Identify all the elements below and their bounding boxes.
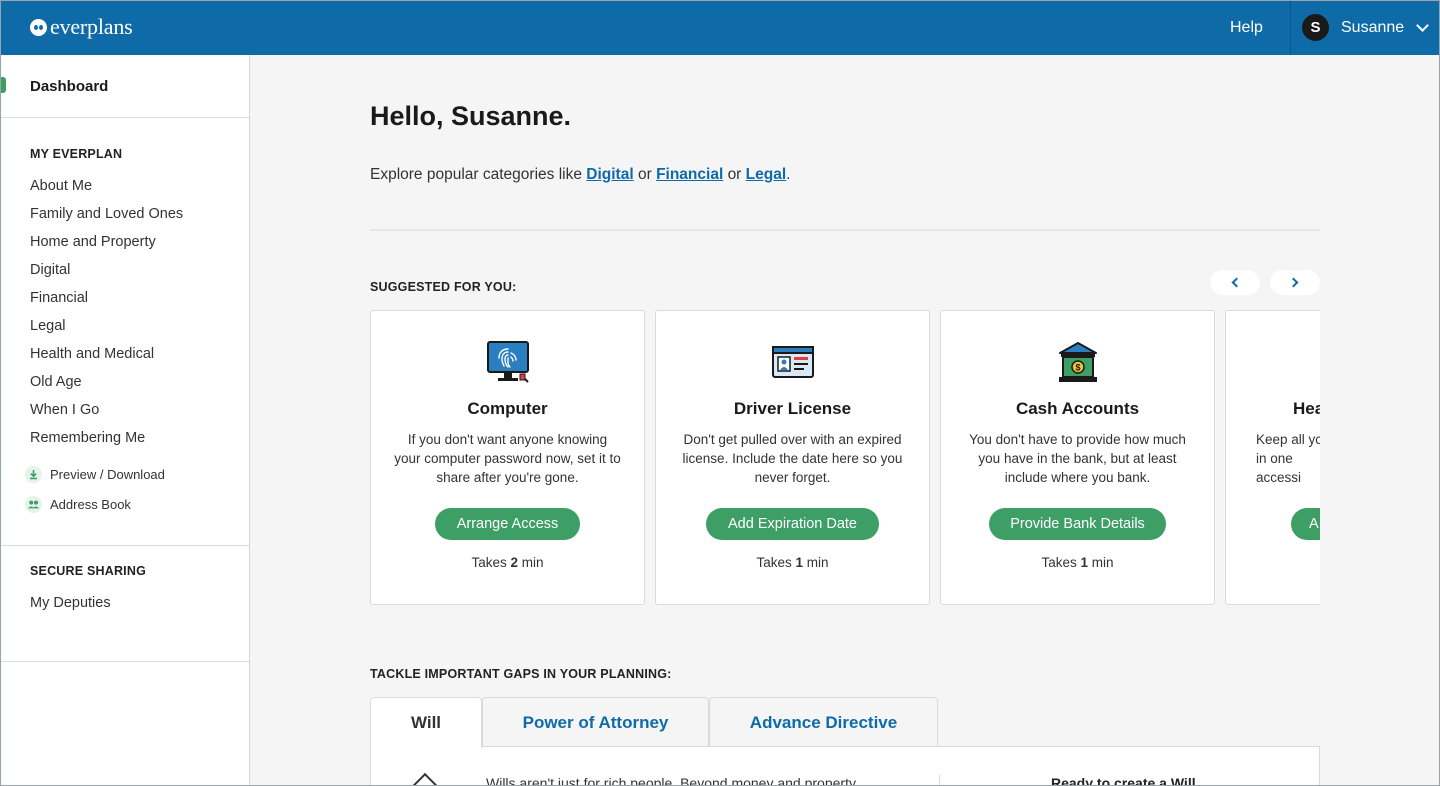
card-description: Don't get pulled over with an expired li… [682,432,903,485]
suggestion-carousel: Computer If you don't want anyone knowin… [370,310,1320,605]
sidebar-item-financial[interactable]: Financial [30,290,88,306]
header-divider [1290,0,1291,55]
card-description: You don't have to provide how much you h… [969,432,1186,485]
sidebar-divider [0,545,249,546]
suggested-heading: SUGGESTED FOR YOU: [370,280,517,294]
tab-advance-directive[interactable]: Advance Directive [709,697,938,747]
preview-download-label: Preview / Download [50,467,165,482]
sidebar-item-my-deputies[interactable]: My Deputies [30,595,111,611]
explore-categories-text: Explore popular categories like Digital … [370,166,790,184]
sidebar-item-legal[interactable]: Legal [30,318,65,334]
help-link[interactable]: Help [1230,19,1263,37]
main-divider [370,229,1320,231]
chevron-down-icon [1416,19,1430,32]
card-time-estimate: Takes 1 min [941,555,1214,570]
download-icon [25,466,42,483]
suggestion-card-health: Hea Keep all yc in one accessi A [1225,310,1320,605]
card-description: Keep all yc in one accessi [1256,432,1320,485]
preview-download-link[interactable]: Preview / Download [25,466,165,483]
will-description: Wills aren't just for rich people. Beyon… [486,775,856,786]
sidebar: Dashboard MY EVERPLAN About Me Family an… [0,55,250,786]
address-book-label: Address Book [50,497,131,512]
sidebar-item-dashboard[interactable]: Dashboard [0,55,249,118]
time-value: 1 [795,555,804,570]
bank-icon: $ [1059,342,1097,382]
time-prefix: Takes [471,555,507,570]
arrange-access-button[interactable]: Arrange Access [435,508,580,540]
suggestion-card-driver-license: Driver License Don't get pulled over wit… [655,310,930,605]
gaps-heading: TACKLE IMPORTANT GAPS IN YOUR PLANNING: [370,667,672,681]
top-bar: everplans Help S Susanne [0,0,1440,55]
sidebar-item-old-age[interactable]: Old Age [30,374,82,390]
or-text: or [637,166,652,183]
brand-name: everplans [50,14,133,39]
people-icon [25,496,42,513]
card-time-estimate: Takes 1 min [656,555,929,570]
suggestion-card-computer: Computer If you don't want anyone knowin… [370,310,645,605]
tab-power-of-attorney[interactable]: Power of Attorney [482,697,709,747]
tab-will[interactable]: Will [370,697,482,748]
sidebar-item-when-i-go[interactable]: When I Go [30,402,99,418]
user-name: Susanne [1341,18,1405,36]
card-title: Driver License [733,399,852,418]
card-title: Cash Accounts [1015,399,1140,418]
sidebar-item-home[interactable]: Home and Property [30,234,156,250]
time-value: 1 [1080,555,1089,570]
my-everplan-heading: MY EVERPLAN [30,147,123,161]
create-will-heading: Ready to create a Will [1051,775,1196,786]
provide-bank-details-button[interactable]: Provide Bank Details [989,508,1166,540]
time-suffix: min [521,555,544,570]
suggestion-card-cash-accounts: $ Cash Accounts You don't have to provid… [940,310,1215,605]
card-title: Computer [467,399,548,418]
sidebar-item-remembering-me[interactable]: Remembering Me [30,430,145,446]
active-indicator [1,77,6,93]
sidebar-item-digital[interactable]: Digital [30,262,70,278]
address-book-link[interactable]: Address Book [25,496,131,513]
sidebar-divider [0,661,249,662]
carousel-prev-button[interactable] [1210,270,1260,295]
sidebar-item-family[interactable]: Family and Loved Ones [30,206,183,222]
sidebar-item-about-me[interactable]: About Me [30,178,92,194]
add-expiration-date-button[interactable]: Add Expiration Date [706,508,879,540]
chevron-right-icon [1288,277,1299,288]
or-text: or [727,166,742,183]
time-prefix: Takes [1041,555,1077,570]
panel-divider [939,775,940,786]
computer-fingerprint-icon [487,341,529,383]
everplans-logo[interactable]: everplans [30,14,133,40]
financial-link[interactable]: Financial [656,166,723,183]
time-value: 2 [510,555,519,570]
time-prefix: Takes [756,555,792,570]
explore-prefix: Explore popular categories like [370,166,582,183]
avatar: S [1302,14,1329,41]
time-suffix: min [1091,555,1114,570]
logo-icon [30,18,47,36]
id-card-icon [772,346,814,378]
card-description: If you don't want anyone knowing your co… [394,432,621,485]
digital-link[interactable]: Digital [586,166,633,183]
page-title: Hello, Susanne. [370,101,572,131]
svg-text:$: $ [1075,363,1080,373]
time-suffix: min [806,555,829,570]
carousel-next-button[interactable] [1270,270,1320,295]
card-title: Hea [1293,399,1320,418]
sidebar-dashboard-label: Dashboard [30,78,109,95]
card-time-estimate: Takes 2 min [371,555,644,570]
sidebar-item-health[interactable]: Health and Medical [30,346,154,362]
user-menu[interactable]: S Susanne [1302,14,1430,41]
secure-sharing-heading: SECURE SHARING [30,564,147,578]
legal-link[interactable]: Legal [746,166,786,183]
house-icon [410,772,440,786]
period-text: . [786,166,791,183]
chevron-left-icon [1231,277,1242,288]
tab-panel-will: Wills aren't just for rich people. Beyon… [370,746,1320,786]
health-card-button[interactable]: A [1291,508,1320,540]
